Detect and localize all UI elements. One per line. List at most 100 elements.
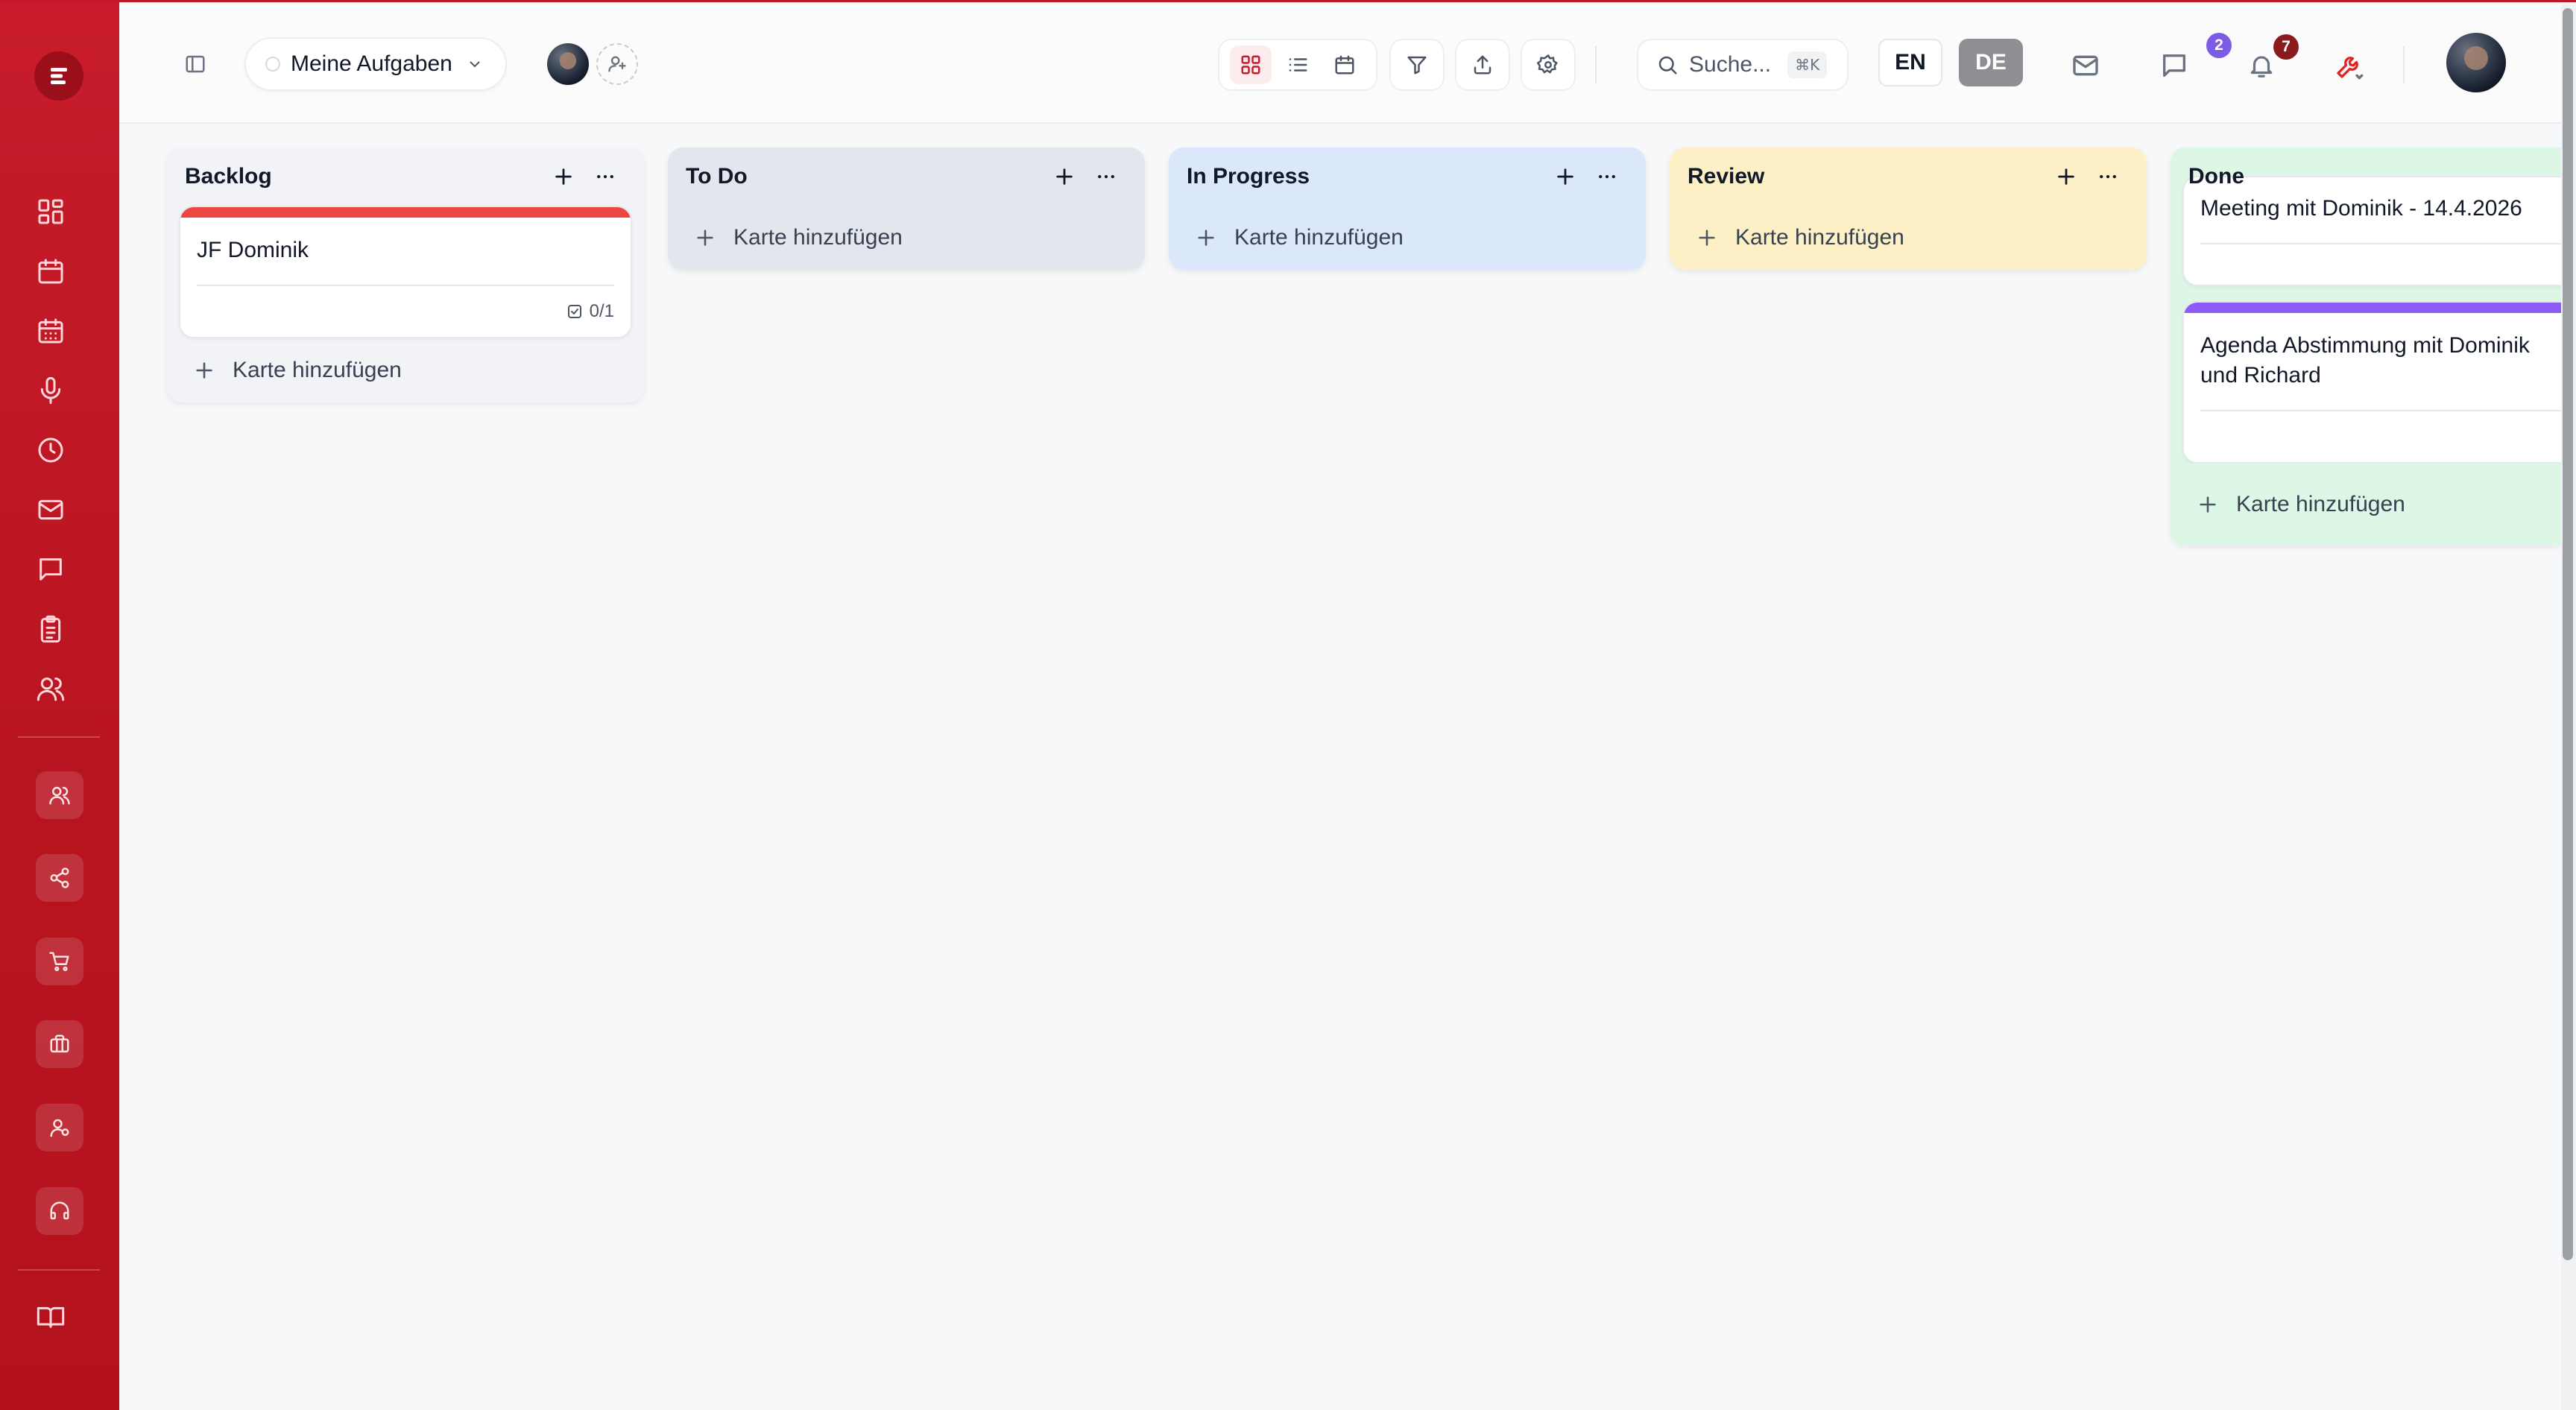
plus-icon bbox=[1056, 168, 1073, 185]
add-card-link[interactable]: Karte hinzufügen bbox=[1169, 206, 1646, 270]
sidebar bbox=[0, 2, 119, 1410]
user-plus-icon bbox=[608, 56, 626, 72]
mail-button[interactable] bbox=[2063, 43, 2108, 88]
add-card-label: Karte hinzufügen bbox=[733, 225, 903, 250]
add-card-link[interactable]: Karte hinzufügen bbox=[2171, 464, 2561, 546]
card-title: JF Dominik bbox=[197, 238, 309, 262]
task-card[interactable]: JF Dominik 0/1 bbox=[179, 206, 632, 338]
card-color-stripe bbox=[2184, 303, 2561, 313]
column-header: Review bbox=[1670, 148, 2147, 206]
microphone-icon[interactable] bbox=[31, 371, 70, 410]
checklist-icon bbox=[567, 305, 581, 318]
column-in-progress: In Progress Karte hinzufügen bbox=[1169, 148, 1646, 270]
list-view-button[interactable] bbox=[1277, 45, 1319, 84]
done-card-list: Meeting mit Dominik - 14.4.2026 Agenda A… bbox=[2171, 176, 2561, 464]
language-en-button[interactable]: EN bbox=[1878, 39, 1942, 86]
clock-icon[interactable] bbox=[31, 431, 70, 470]
grid-icon bbox=[1241, 55, 1260, 75]
filter-icon bbox=[1407, 56, 1427, 75]
column-done: Done Meeting mit Dominik - 14.4.2026 Age… bbox=[2171, 148, 2561, 546]
plus-icon bbox=[196, 362, 212, 379]
column-title: Backlog bbox=[185, 164, 272, 189]
dashboard-icon[interactable] bbox=[31, 192, 70, 231]
top-bar: Meine Aufgaben Suche... ⌘K EN DE 2 7 bbox=[119, 4, 2561, 124]
add-card-link[interactable]: Karte hinzufügen bbox=[167, 338, 644, 402]
calendar-icon[interactable] bbox=[31, 252, 70, 291]
users-icon[interactable] bbox=[31, 669, 70, 708]
mail-icon bbox=[2073, 55, 2098, 76]
chat-icon bbox=[2163, 54, 2185, 78]
sidebar-toggle-icon[interactable] bbox=[179, 48, 212, 80]
column-review: Review Karte hinzufügen bbox=[1670, 148, 2147, 270]
checklist-count: 0/1 bbox=[589, 301, 614, 321]
settings-button[interactable] bbox=[1521, 39, 1576, 91]
app-window: Meine Aufgaben Suche... ⌘K EN DE 2 7 Bac… bbox=[0, 0, 2576, 1410]
briefcase-icon[interactable] bbox=[36, 1020, 83, 1068]
add-card-button[interactable] bbox=[1044, 156, 1085, 197]
column-title: To Do bbox=[686, 164, 748, 189]
calendar-view-button[interactable] bbox=[1324, 45, 1366, 84]
sidebar-divider bbox=[18, 1269, 100, 1271]
add-member-button[interactable] bbox=[596, 43, 638, 85]
add-card-link[interactable]: Karte hinzufügen bbox=[668, 206, 1145, 270]
share-icon[interactable] bbox=[36, 854, 83, 902]
view-dropdown[interactable]: Meine Aufgaben bbox=[244, 37, 507, 91]
wrench-icon bbox=[2337, 57, 2364, 80]
clipboard-icon[interactable] bbox=[31, 610, 70, 648]
add-card-label: Karte hinzufügen bbox=[1735, 225, 1904, 250]
calendar-grid-icon[interactable] bbox=[31, 312, 70, 350]
add-card-label: Karte hinzufügen bbox=[233, 358, 402, 382]
plus-icon bbox=[697, 230, 713, 246]
export-button[interactable] bbox=[1455, 39, 1510, 91]
gear-icon bbox=[1537, 54, 1558, 74]
column-menu-button[interactable] bbox=[2087, 156, 2129, 197]
team-icon[interactable] bbox=[36, 771, 83, 819]
member-avatar[interactable] bbox=[547, 43, 589, 85]
column-todo: To Do Karte hinzufügen bbox=[668, 148, 1145, 270]
filter-button[interactable] bbox=[1389, 39, 1445, 91]
scrollbar-thumb[interactable] bbox=[2563, 8, 2573, 1260]
more-icon bbox=[1599, 174, 1615, 179]
column-title: Review bbox=[1688, 164, 1765, 189]
column-menu-button[interactable] bbox=[1085, 156, 1127, 197]
calendar-icon bbox=[1335, 55, 1354, 75]
add-card-button[interactable] bbox=[543, 156, 584, 197]
status-dot bbox=[265, 57, 280, 72]
bell-icon bbox=[2250, 56, 2273, 78]
search-placeholder: Suche... bbox=[1689, 52, 1772, 77]
card-footer bbox=[2200, 243, 2561, 285]
user-avatar[interactable] bbox=[2446, 33, 2506, 92]
language-de-button[interactable]: DE bbox=[1959, 39, 2023, 86]
app-logo[interactable] bbox=[34, 51, 83, 101]
chat-icon[interactable] bbox=[31, 550, 70, 589]
column-backlog: Backlog JF Dominik 0/1 Karte hinzufügen bbox=[167, 148, 644, 402]
toolbar-divider bbox=[1595, 46, 1597, 83]
user-settings-icon[interactable] bbox=[36, 1104, 83, 1151]
more-icon bbox=[1098, 174, 1114, 179]
column-menu-button[interactable] bbox=[1586, 156, 1628, 197]
add-card-button[interactable] bbox=[1544, 156, 1586, 197]
messages-button[interactable] bbox=[2152, 43, 2197, 88]
headset-icon[interactable] bbox=[36, 1187, 83, 1235]
search-shortcut: ⌘K bbox=[1787, 51, 1828, 78]
toolbar-divider bbox=[2403, 46, 2405, 83]
search-input[interactable]: Suche... ⌘K bbox=[1637, 39, 1849, 91]
kanban-board: Backlog JF Dominik 0/1 Karte hinzufügen … bbox=[119, 125, 2561, 1410]
plus-icon bbox=[2058, 168, 2074, 185]
column-menu-button[interactable] bbox=[584, 156, 626, 197]
task-card[interactable]: Agenda Abstimmung mit Dominik und Richar… bbox=[2182, 301, 2561, 464]
book-icon[interactable] bbox=[31, 1297, 70, 1336]
board-view-button[interactable] bbox=[1229, 45, 1272, 84]
notification-badge: 7 bbox=[2273, 34, 2299, 60]
add-card-link[interactable]: Karte hinzufügen bbox=[1670, 206, 2147, 270]
mail-icon[interactable] bbox=[31, 490, 70, 529]
task-card[interactable]: Meeting mit Dominik - 14.4.2026 bbox=[2182, 176, 2561, 286]
plus-icon bbox=[555, 168, 572, 185]
add-card-button[interactable] bbox=[2045, 156, 2087, 197]
upload-icon bbox=[1474, 55, 1491, 75]
logo-icon bbox=[51, 68, 67, 84]
cart-icon[interactable] bbox=[36, 938, 83, 985]
search-icon bbox=[1658, 56, 1677, 75]
admin-tools-button[interactable] bbox=[2326, 43, 2373, 88]
add-card-label: Karte hinzufügen bbox=[2236, 492, 2405, 516]
